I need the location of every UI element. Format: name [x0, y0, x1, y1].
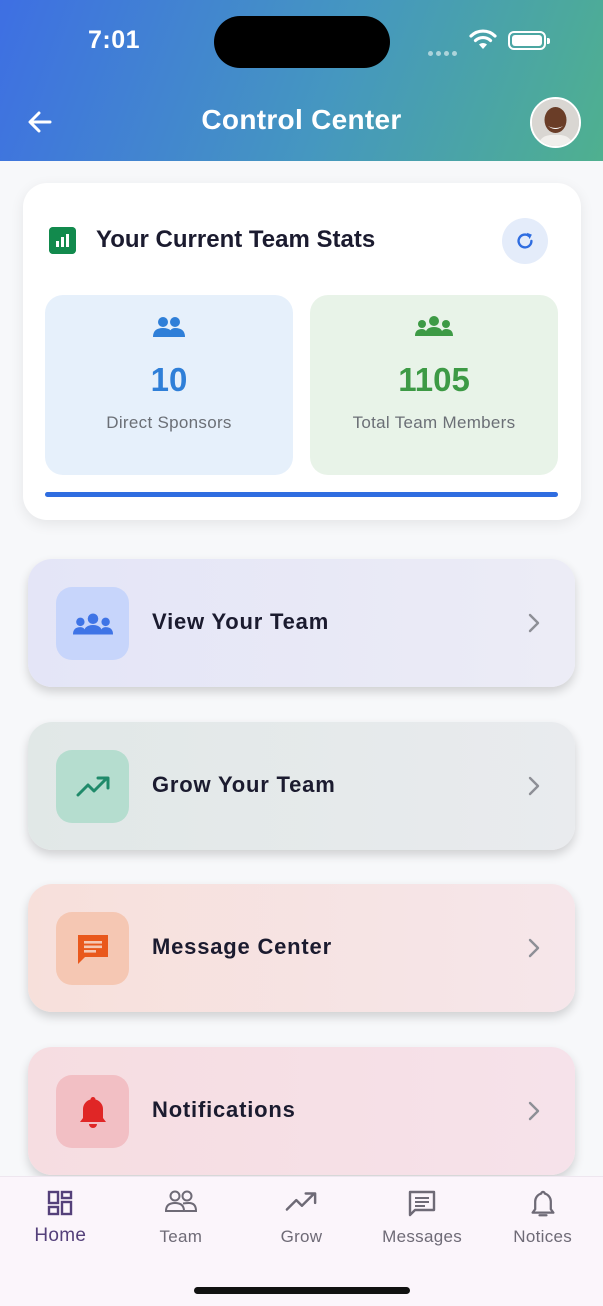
direct-sponsors-tile: 10 Direct Sponsors — [45, 295, 293, 475]
nav-home[interactable]: Home — [0, 1177, 121, 1259]
people-icon — [153, 317, 185, 337]
bell-icon — [531, 1190, 555, 1217]
chevron-right-icon — [528, 776, 540, 796]
menu-label: Grow Your Team — [152, 772, 336, 797]
grow-your-team-button[interactable]: Grow Your Team — [28, 722, 575, 850]
notifications-button[interactable]: Notifications — [28, 1047, 575, 1175]
menu-label: Message Center — [152, 934, 332, 959]
chat-icon — [77, 934, 108, 964]
chevron-right-icon — [528, 938, 540, 958]
message-icon — [408, 1190, 436, 1217]
groups-icon — [72, 612, 113, 635]
people-icon — [164, 1190, 197, 1212]
view-your-team-button[interactable]: View Your Team — [28, 559, 575, 687]
grow-team-icon-box — [56, 750, 129, 823]
view-team-icon-box — [56, 587, 129, 660]
home-indicator-area — [0, 1259, 603, 1306]
nav-notices[interactable]: Notices — [482, 1177, 603, 1259]
avatar[interactable] — [530, 97, 581, 148]
status-time: 7:01 — [88, 26, 141, 54]
stats-progress-fill — [45, 492, 558, 497]
bell-icon — [79, 1096, 106, 1128]
wifi-icon — [469, 29, 497, 49]
menu-label: View Your Team — [152, 609, 330, 634]
notifications-icon-box — [56, 1075, 129, 1148]
nav-label: Messages — [382, 1227, 463, 1246]
total-team-tile: 1105 Total Team Members — [310, 295, 558, 475]
refresh-button[interactable] — [502, 218, 548, 264]
message-center-icon-box — [56, 912, 129, 985]
chevron-right-icon — [528, 1101, 540, 1121]
total-team-value: 1105 — [398, 361, 470, 398]
page-title: Control Center — [201, 104, 402, 135]
stats-progress-bar — [45, 492, 558, 497]
battery-icon — [508, 31, 550, 50]
direct-sponsors-value: 10 — [150, 361, 188, 398]
app-header: 7:01 Control Center — [0, 0, 603, 161]
home-indicator[interactable] — [194, 1287, 410, 1294]
trending-up-icon — [286, 1192, 317, 1211]
groups-icon — [415, 316, 453, 336]
nav-messages[interactable]: Messages — [362, 1177, 483, 1259]
avatar-photo — [532, 99, 579, 146]
nav-label: Grow — [280, 1227, 323, 1246]
trending-up-icon — [76, 776, 109, 796]
dynamic-island — [214, 16, 390, 68]
signal-icon — [428, 43, 460, 61]
bottom-navigation: Home Team Grow Messages Notices — [0, 1176, 603, 1259]
message-center-button[interactable]: Message Center — [28, 884, 575, 1012]
bar-chart-icon — [49, 227, 76, 254]
dashboard-icon — [48, 1190, 73, 1216]
refresh-icon — [517, 232, 533, 249]
total-team-label: Total Team Members — [352, 413, 516, 432]
team-stats-card: Your Current Team Stats 10 Direct Sponso… — [23, 183, 581, 520]
stats-title: Your Current Team Stats — [96, 226, 376, 253]
nav-team[interactable]: Team — [121, 1177, 242, 1259]
nav-label: Home — [34, 1225, 87, 1246]
direct-sponsors-label: Direct Sponsors — [106, 413, 232, 432]
nav-grow[interactable]: Grow — [241, 1177, 362, 1259]
nav-label: Notices — [513, 1227, 573, 1246]
menu-label: Notifications — [152, 1097, 296, 1122]
chevron-right-icon — [528, 613, 540, 633]
nav-label: Team — [159, 1227, 203, 1246]
